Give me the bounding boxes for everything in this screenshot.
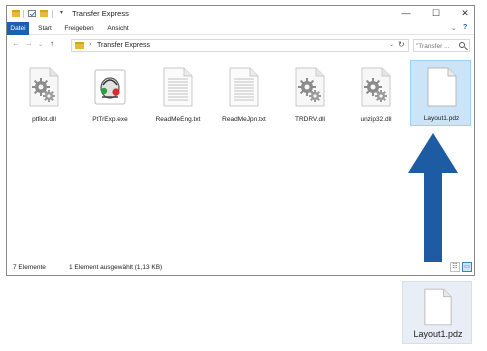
text-document-icon	[163, 67, 193, 107]
tab-datei[interactable]: Datei	[7, 22, 29, 35]
file-item-layout1-pdz[interactable]: Layout1.pdz	[410, 60, 471, 126]
file-item-ptfilot-dll[interactable]: ptfilot.dll	[13, 61, 75, 125]
file-name: PtTrExp.exe	[92, 116, 128, 123]
status-bar: 7 Elemente 1 Element ausgewählt (1,13 KB…	[7, 261, 474, 275]
tab-start[interactable]: Start	[34, 22, 56, 35]
address-row: ← → ⌄ ↑ › Transfer Express ⌄ ↻	[7, 36, 474, 54]
close-button[interactable]: ✕	[458, 7, 472, 19]
file-name: ReadMeEng.txt	[155, 116, 201, 123]
search-icon[interactable]	[459, 42, 465, 48]
file-item-readmejpn-txt[interactable]: ReadMeJpn.txt	[213, 61, 275, 125]
tab-ansicht[interactable]: Ansicht	[103, 22, 133, 35]
forward-button[interactable]: →	[25, 39, 33, 48]
details-view-button[interactable]: ☷	[450, 262, 460, 272]
file-item-unzip32-dll[interactable]: unzip32.dll	[345, 61, 407, 125]
file-name: ptfilot.dll	[32, 116, 56, 123]
recent-locations-button[interactable]: ⌄	[38, 41, 43, 48]
search-box[interactable]	[413, 39, 470, 52]
file-name: unzip32.dll	[360, 116, 392, 123]
file-list: ptfilot.dll PtTrExp.exe ReadMeEng.txt Re…	[7, 56, 474, 259]
dll-gear-icon	[295, 67, 325, 107]
selection-info: 1 Element ausgewählt (1,13 KB)	[69, 264, 163, 271]
file-name: TRDRV.dll	[295, 116, 325, 123]
dragged-file-preview: Layout1.pdz	[402, 281, 472, 344]
divider	[23, 10, 24, 18]
new-folder-icon[interactable]	[40, 10, 48, 17]
text-document-icon	[229, 67, 259, 107]
file-name: ReadMeJpn.txt	[222, 116, 266, 123]
ribbon-expand-icon[interactable]: ⌄	[451, 24, 457, 32]
address-dropdown[interactable]: ⌄	[389, 41, 394, 48]
file-name: Layout1.pdz	[413, 329, 463, 339]
up-arrow-icon	[408, 133, 458, 262]
explorer-window: ▾ Transfer Express — ☐ ✕ Datei Start Fre…	[6, 5, 475, 276]
breadcrumb-separator: ›	[89, 41, 92, 48]
item-count: 7 Elemente	[13, 264, 46, 271]
large-icons-view-button[interactable]: ▭	[462, 262, 472, 272]
blank-document-icon	[427, 67, 457, 107]
back-button[interactable]: ←	[12, 39, 20, 48]
blank-document-icon	[424, 288, 452, 326]
folder-icon	[12, 10, 20, 17]
properties-icon[interactable]	[28, 10, 36, 17]
ribbon: Datei Start Freigeben Ansicht ⌄ ?	[7, 22, 474, 35]
file-name: Layout1.pdz	[423, 115, 460, 122]
window-title: Transfer Express	[72, 9, 129, 18]
file-item-pttrexp-exe[interactable]: PtTrExp.exe	[79, 61, 141, 125]
search-input[interactable]	[416, 41, 456, 51]
refresh-button[interactable]: ↻	[398, 40, 405, 49]
title-bar: ▾ Transfer Express — ☐ ✕	[7, 6, 474, 22]
file-item-readmeeng-txt[interactable]: ReadMeEng.txt	[147, 61, 209, 125]
address-bar[interactable]: › Transfer Express ⌄ ↻	[71, 39, 409, 52]
tab-freigeben[interactable]: Freigeben	[61, 22, 97, 35]
divider	[52, 10, 53, 18]
file-item-trdrv-dll[interactable]: TRDRV.dll	[279, 61, 341, 125]
dll-gear-icon	[361, 67, 391, 107]
maximize-button[interactable]: ☐	[429, 7, 443, 19]
quick-access-dropdown[interactable]: ▾	[60, 9, 63, 16]
help-icon[interactable]: ?	[463, 24, 467, 31]
minimize-button[interactable]: —	[399, 7, 413, 19]
exe-app-icon	[94, 69, 126, 105]
folder-icon	[75, 42, 84, 49]
breadcrumb-transfer-express[interactable]: Transfer Express	[97, 42, 150, 49]
dll-gear-icon	[29, 67, 59, 107]
up-button[interactable]: ↑	[50, 39, 54, 48]
